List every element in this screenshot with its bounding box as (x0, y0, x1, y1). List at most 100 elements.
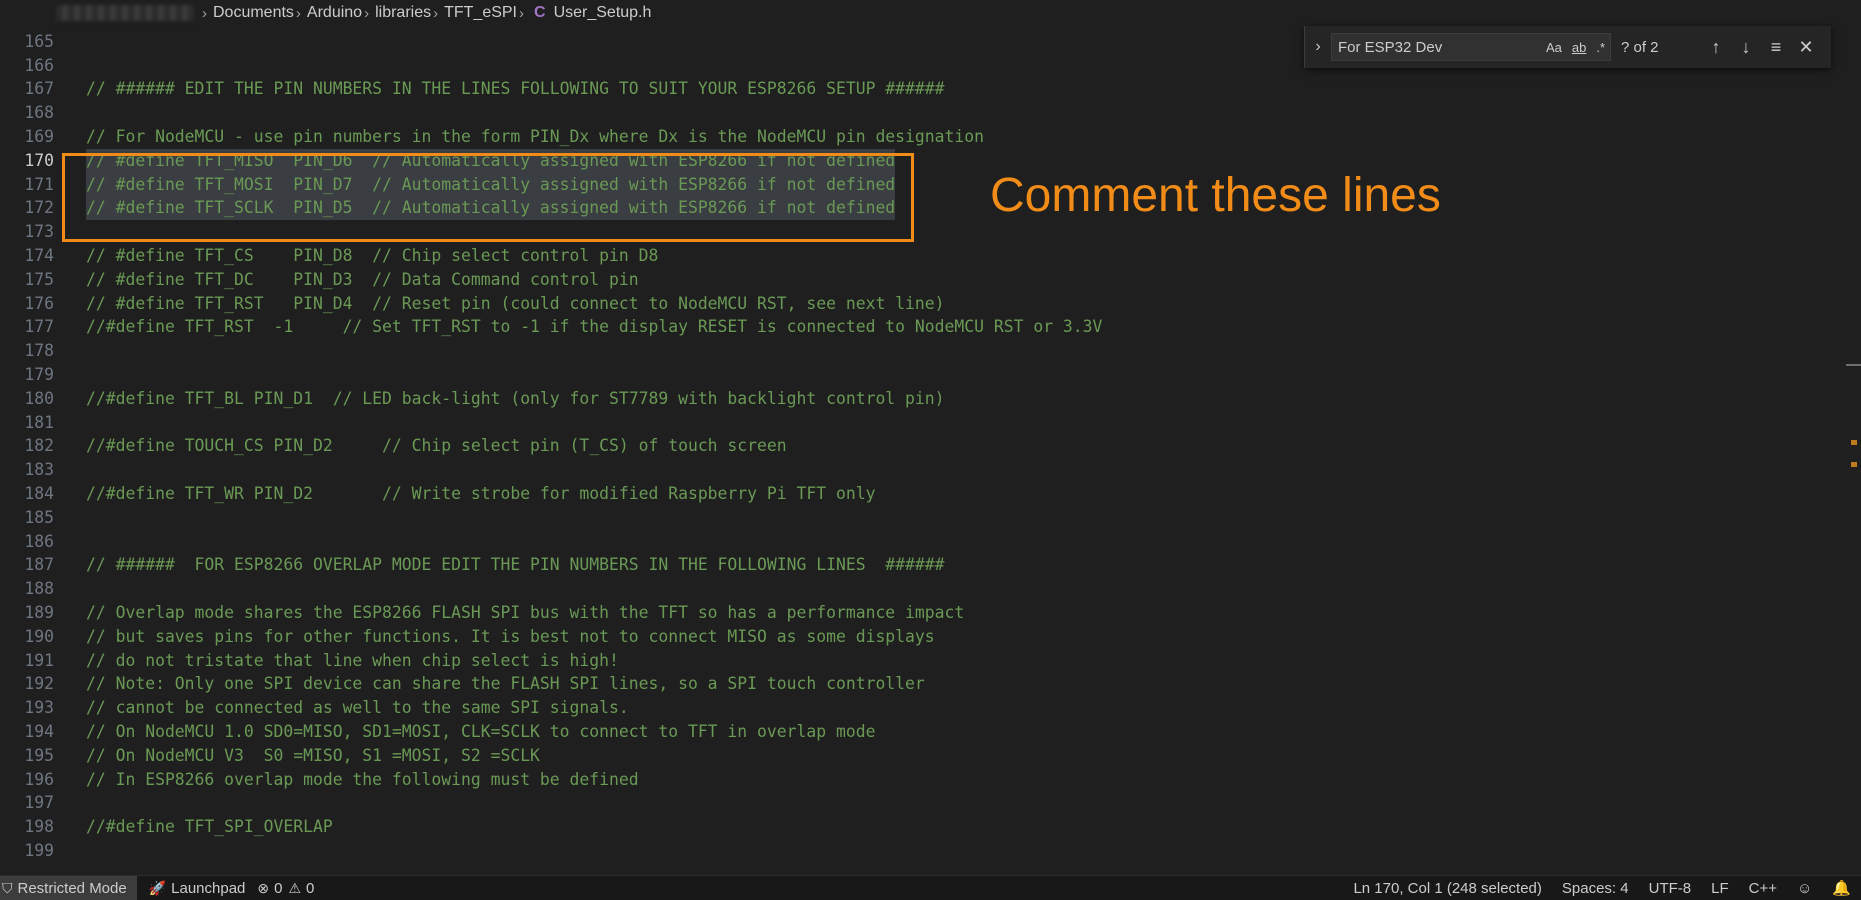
code-text[interactable]: // but saves pins for other functions. I… (86, 625, 935, 649)
line-number: 166 (24, 55, 54, 75)
find-match-count: ? of 2 (1621, 38, 1659, 56)
bell-icon[interactable]: 🔔 (1832, 879, 1851, 897)
code-line[interactable]: 187 // ###### FOR ESP8266 OVERLAP MODE ED… (0, 553, 1840, 577)
code-text[interactable]: // #define TFT_CS PIN_D8 // Chip select … (86, 244, 658, 268)
launchpad-button[interactable]: 🚀 Launchpad (149, 880, 246, 897)
code-line[interactable]: 168 (0, 101, 1840, 125)
line-number: 175 (24, 269, 54, 289)
code-line[interactable]: 194 // On NodeMCU 1.0 SD0=MISO, SD1=MOSI,… (0, 720, 1840, 744)
code-line[interactable]: 191 // do not tristate that line when chi… (0, 649, 1840, 673)
code-line[interactable]: 189 // Overlap mode shares the ESP8266 FL… (0, 601, 1840, 625)
code-line[interactable]: 184 //#define TFT_WR PIN_D2 // Write stro… (0, 482, 1840, 506)
restricted-mode-button[interactable]: ⛉ Restricted Mode (0, 876, 137, 900)
code-line[interactable]: 196 // In ESP8266 overlap mode the follow… (0, 768, 1840, 792)
chevron-right-icon: › (519, 4, 524, 22)
code-line[interactable]: 198 //#define TFT_SPI_OVERLAP (0, 815, 1840, 839)
line-number: 199 (24, 841, 54, 860)
code-line[interactable]: 178 (0, 339, 1840, 363)
line-number: 165 (24, 31, 54, 51)
code-line[interactable]: 185 (0, 506, 1840, 530)
line-number: 177 (24, 317, 54, 337)
line-number: 174 (24, 246, 54, 265)
code-line[interactable]: 192 // Note: Only one SPI device can shar… (0, 672, 1840, 696)
arrow-up-icon[interactable]: ↑ (1701, 37, 1731, 58)
breadcrumb-item-libraries[interactable]: libraries (375, 4, 431, 22)
status-bar: ⛉ Restricted Mode 🚀 Launchpad ⊗ 0 ⚠ 0 Ln… (0, 875, 1861, 900)
code-text[interactable]: // On NodeMCU 1.0 SD0=MISO, SD1=MOSI, CL… (86, 720, 875, 744)
code-line[interactable]: 193 // cannot be connected as well to the… (0, 696, 1840, 720)
end-of-line[interactable]: LF (1711, 880, 1729, 897)
match-case-icon[interactable]: Aa (1546, 40, 1562, 55)
code-line[interactable]: 169 // For NodeMCU - use pin numbers in t… (0, 125, 1840, 149)
close-icon[interactable]: ✕ (1791, 37, 1821, 58)
breadcrumb-item-arduino[interactable]: Arduino (307, 4, 362, 22)
code-text[interactable]: //#define TFT_SPI_OVERLAP (86, 815, 333, 839)
code-text[interactable]: // #define TFT_DC PIN_D3 // Data Command… (86, 268, 639, 292)
arrow-down-icon[interactable]: ↓ (1731, 37, 1761, 58)
breadcrumb-item-tft-espi[interactable]: TFT_eSPI (444, 4, 517, 22)
code-text[interactable]: // do not tristate that line when chip s… (86, 649, 619, 673)
code-line[interactable]: 174 // #define TFT_CS PIN_D8 // Chip sele… (0, 244, 1840, 268)
code-line[interactable]: 167 // ###### EDIT THE PIN NUMBERS IN THE… (0, 77, 1840, 101)
code-editor[interactable]: 164// will be lower.165166167// ###### E… (0, 0, 1861, 875)
breadcrumb-item-documents[interactable]: Documents (213, 4, 294, 22)
code-line[interactable]: 188 (0, 577, 1840, 601)
code-text[interactable]: // In ESP8266 overlap mode the following… (86, 768, 639, 792)
use-regex-icon[interactable]: .* (1596, 40, 1605, 55)
code-line[interactable]: 190 // but saves pins for other functions… (0, 625, 1840, 649)
match-whole-word-icon[interactable]: ab (1572, 40, 1586, 55)
code-line[interactable]: 183 (0, 458, 1840, 482)
rocket-icon: 🚀 (148, 879, 167, 896)
line-number: 182 (24, 436, 54, 456)
code-line[interactable]: 177 //#define TFT_RST -1 // Set TFT_RST t… (0, 315, 1840, 339)
code-text[interactable]: //#define TOUCH_CS PIN_D2 // Chip select… (86, 434, 787, 458)
code-text[interactable]: // Overlap mode shares the ESP8266 FLASH… (86, 601, 964, 625)
line-number: 193 (24, 698, 54, 718)
code-text[interactable]: // On NodeMCU V3 S0 =MISO, S1 =MOSI, S2 … (86, 744, 540, 768)
code-line[interactable]: 175 // #define TFT_DC PIN_D3 // Data Comm… (0, 268, 1840, 292)
code-line[interactable]: 176 // #define TFT_RST PIN_D4 // Reset pi… (0, 292, 1840, 316)
error-count: 0 (274, 879, 283, 897)
indentation[interactable]: Spaces: 4 (1562, 880, 1629, 897)
copilot-icon[interactable]: ☺ (1797, 880, 1812, 897)
code-text[interactable]: // ###### EDIT THE PIN NUMBERS IN THE LI… (86, 77, 945, 101)
chevron-right-icon: › (202, 4, 207, 22)
code-line[interactable]: 180 //#define TFT_BL PIN_D1 // LED back-l… (0, 387, 1840, 411)
code-line[interactable]: 199 (0, 839, 1840, 863)
code-line[interactable]: 195 // On NodeMCU V3 S0 =MISO, S1 =MOSI, … (0, 744, 1840, 768)
code-line[interactable]: 182 //#define TOUCH_CS PIN_D2 // Chip sel… (0, 434, 1840, 458)
code-text[interactable]: // For NodeMCU - use pin numbers in the … (86, 125, 984, 149)
line-number: 194 (24, 722, 54, 741)
language-mode[interactable]: C++ (1749, 880, 1777, 897)
code-line[interactable]: 179 (0, 363, 1840, 387)
code-text[interactable]: // cannot be connected as well to the sa… (86, 696, 629, 720)
encoding[interactable]: UTF-8 (1649, 880, 1692, 897)
line-number: 192 (24, 674, 54, 694)
scrollbar-match-marker (1851, 462, 1857, 467)
code-text[interactable]: //#define TFT_BL PIN_D1 // LED back-ligh… (86, 387, 945, 411)
line-number: 188 (24, 579, 54, 599)
line-number: 185 (24, 507, 54, 527)
code-text[interactable]: // Note: Only one SPI device can share t… (86, 672, 925, 696)
line-number: 184 (24, 484, 54, 503)
code-text[interactable]: //#define TFT_WR PIN_D2 // Write strobe … (86, 482, 875, 506)
find-query[interactable]: For ESP32 Dev (1338, 39, 1541, 56)
launchpad-label: Launchpad (171, 879, 246, 897)
line-number: 170 (24, 150, 54, 170)
line-number: 191 (24, 650, 54, 670)
code-text[interactable]: // #define TFT_RST PIN_D4 // Reset pin (… (86, 292, 945, 316)
find-input[interactable]: For ESP32 Dev Aa ab .* (1331, 33, 1611, 61)
breadcrumb-item-file[interactable]: User_Setup.h (554, 4, 652, 22)
find-in-selection-icon[interactable]: ≡ (1761, 37, 1791, 58)
c-file-icon: C (534, 4, 546, 21)
line-number: 197 (24, 793, 54, 813)
toggle-replace-icon[interactable]: › (1305, 38, 1331, 56)
code-text[interactable]: //#define TFT_RST -1 // Set TFT_RST to -… (86, 315, 1102, 339)
code-line[interactable]: 181 (0, 411, 1840, 435)
cursor-position[interactable]: Ln 170, Col 1 (248 selected) (1353, 880, 1541, 897)
code-line[interactable]: 186 (0, 530, 1840, 554)
code-text[interactable]: // ###### FOR ESP8266 OVERLAP MODE EDIT … (86, 553, 945, 577)
code-line[interactable]: 197 (0, 791, 1840, 815)
warning-count: 0 (306, 879, 315, 897)
problems-button[interactable]: ⊗ 0 ⚠ 0 (257, 880, 314, 897)
